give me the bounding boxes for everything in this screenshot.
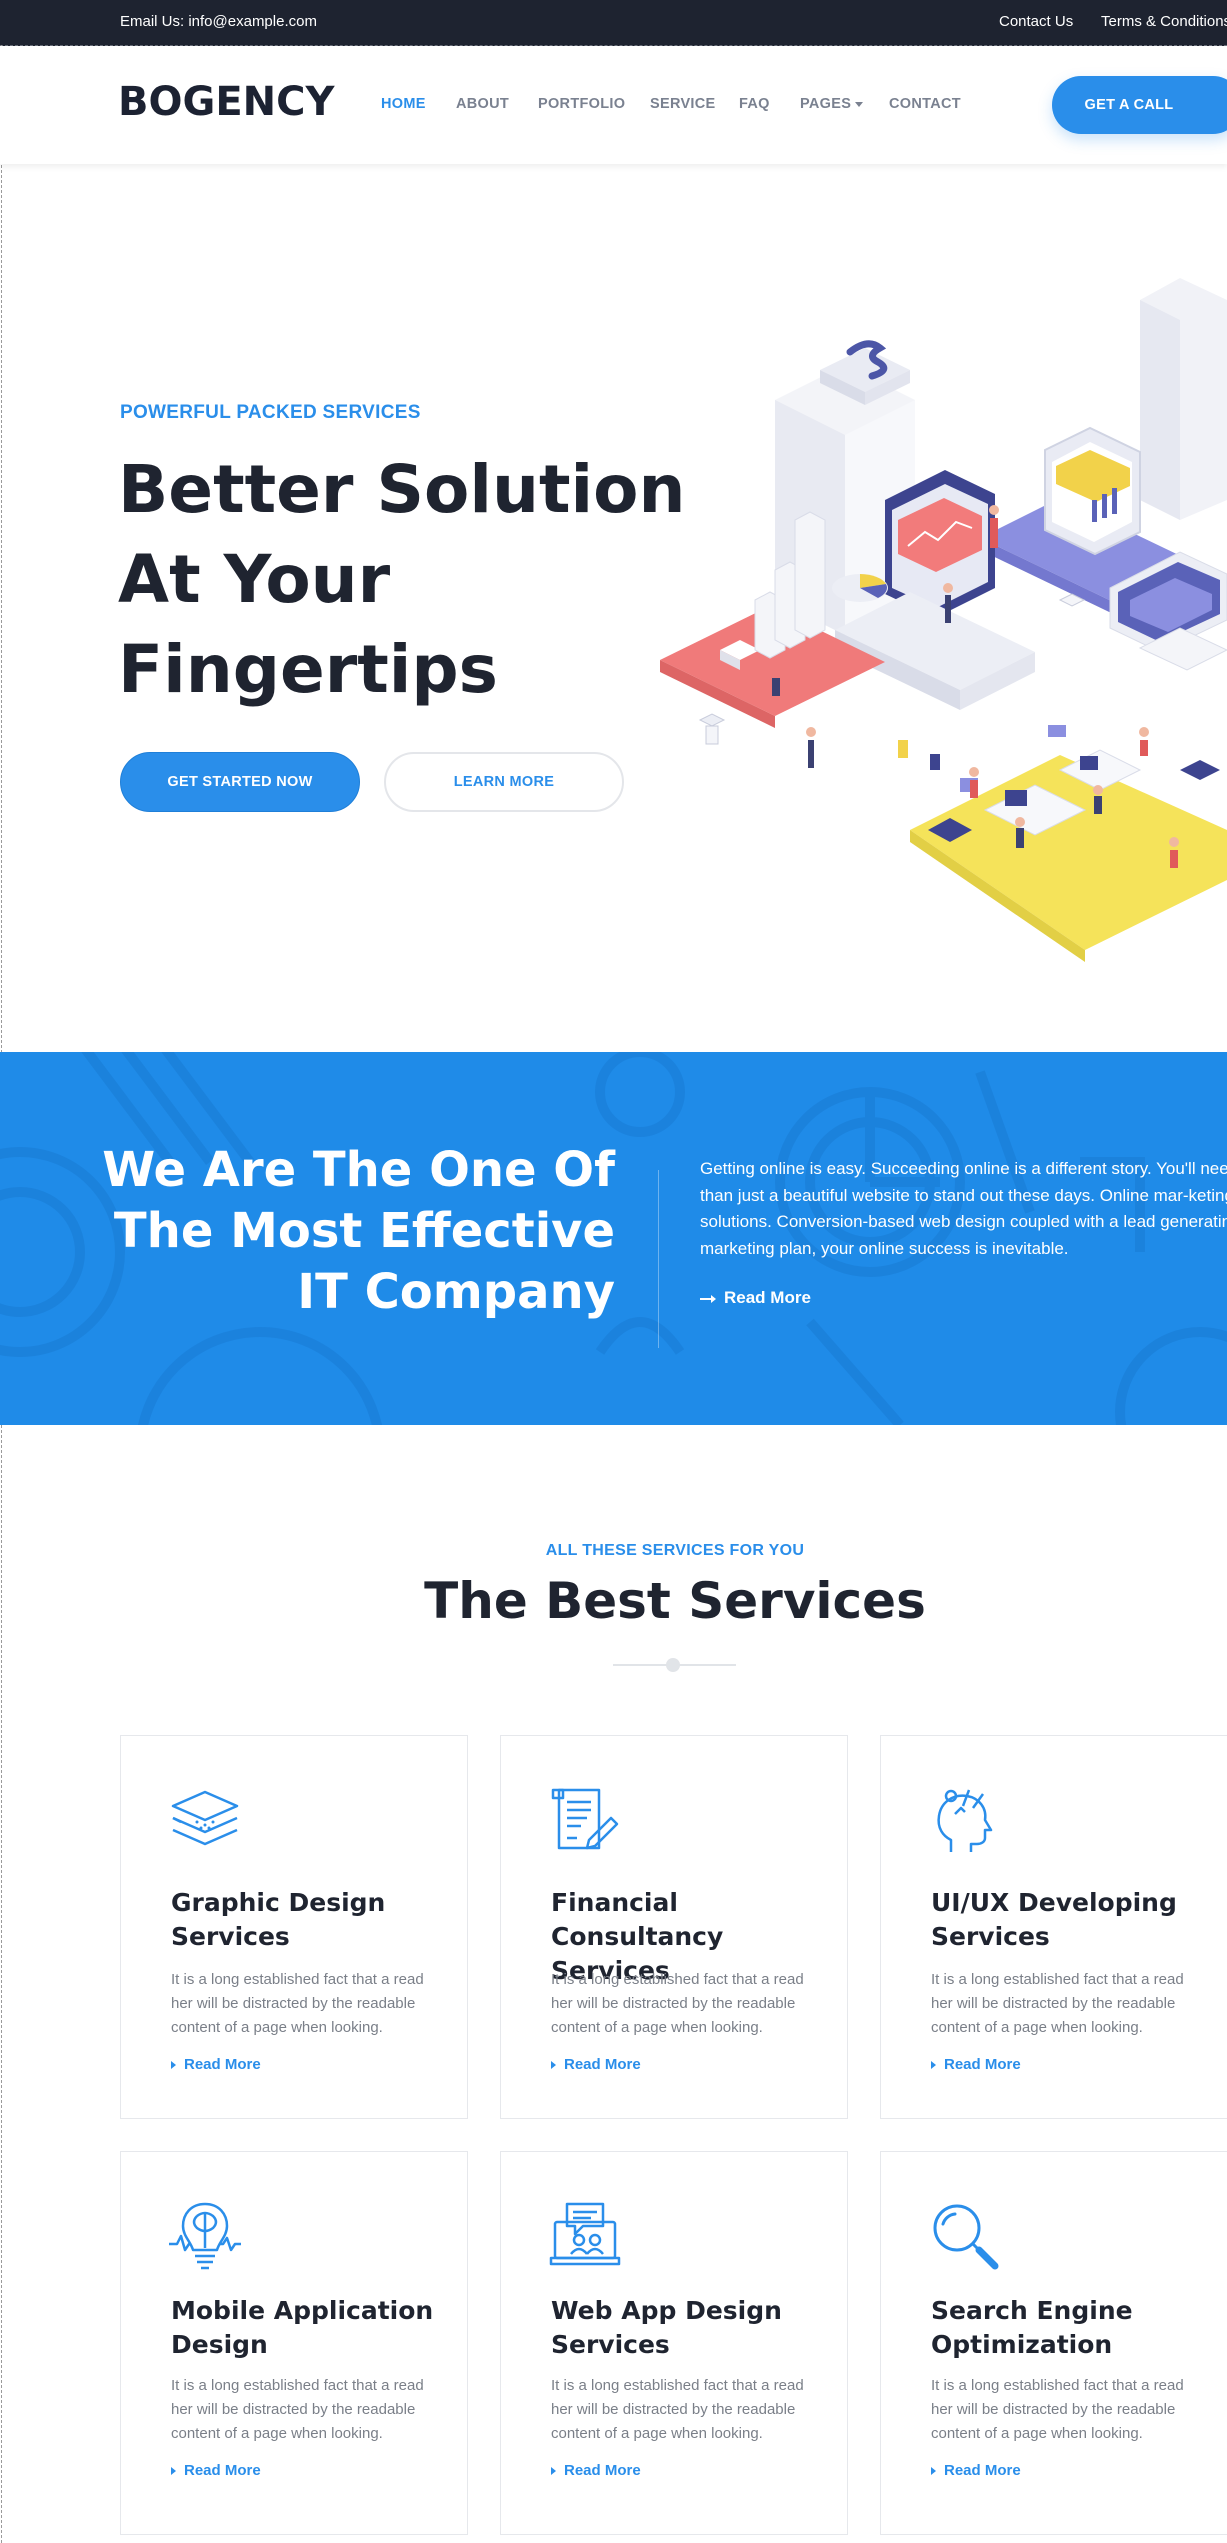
caret-right-icon bbox=[931, 2061, 936, 2070]
service-card-title: UI/UX Developing Services bbox=[931, 1888, 1177, 1951]
band-title-line: The Most Effective bbox=[113, 1203, 615, 1259]
hero-title-line: Better Solution bbox=[118, 451, 686, 528]
band-title: We Are The One Of The Most Effective IT … bbox=[102, 1140, 615, 1323]
band-title-line: IT Company bbox=[297, 1264, 615, 1320]
service-card-title: Graphic Design Services bbox=[171, 1888, 386, 1951]
site-logo[interactable]: BOGENCY bbox=[118, 79, 334, 125]
title-divider-dot bbox=[666, 1658, 680, 1672]
caret-right-icon bbox=[551, 2061, 556, 2070]
hero-title-line: Fingertips bbox=[118, 631, 498, 708]
read-more-label: Read More bbox=[944, 2056, 1021, 2073]
read-more-label: Read More bbox=[184, 2462, 261, 2479]
service-card-read-more[interactable]: Read More bbox=[551, 2462, 641, 2479]
band-read-more-link[interactable]: Read More bbox=[700, 1288, 811, 1308]
read-more-label: Read More bbox=[944, 2462, 1021, 2479]
get-a-call-button[interactable]: GET A CALL bbox=[1052, 76, 1227, 134]
magnifier-icon bbox=[933, 2204, 999, 2270]
service-card[interactable]: UI/UX Developing Services It is a long e… bbox=[880, 1735, 1227, 2119]
nav-faq[interactable]: FAQ bbox=[739, 96, 770, 112]
service-card-description: It is a long established fact that a rea… bbox=[171, 1971, 424, 2036]
chevron-down-icon bbox=[855, 101, 864, 107]
service-card-description: It is a long established fact that a rea… bbox=[551, 2377, 804, 2442]
service-card[interactable]: Web App Design Services It is a long est… bbox=[500, 2151, 848, 2535]
service-card-title: Web App Design Services bbox=[551, 2296, 782, 2359]
service-card-description: It is a long established fact that a rea… bbox=[931, 2377, 1184, 2442]
caret-right-icon bbox=[171, 2061, 176, 2070]
learn-more-button[interactable]: LEARN MORE bbox=[384, 752, 624, 812]
layers-icon bbox=[171, 1790, 239, 1846]
arrow-right-icon bbox=[700, 1294, 716, 1303]
lightbulb-brain-icon bbox=[169, 2202, 241, 2270]
main-header: BOGENCY HOME ABOUT PORTFOLIO SERVICE FAQ… bbox=[0, 46, 1227, 164]
hero-title-line: At Your bbox=[118, 541, 391, 618]
read-more-label: Read More bbox=[564, 2056, 641, 2073]
caret-right-icon bbox=[171, 2467, 176, 2476]
document-pen-icon bbox=[551, 1788, 619, 1850]
services-title: The Best Services bbox=[424, 1572, 926, 1630]
topbar-link-contact[interactable]: Contact Us bbox=[999, 13, 1073, 30]
service-card[interactable]: Search Engine Optimization It is a long … bbox=[880, 2151, 1227, 2535]
read-more-label: Read More bbox=[184, 2056, 261, 2073]
nav-service[interactable]: SERVICE bbox=[650, 96, 716, 112]
service-card[interactable]: Graphic Design Services It is a long est… bbox=[120, 1735, 468, 2119]
nav-portfolio[interactable]: PORTFOLIO bbox=[538, 96, 625, 112]
service-card-read-more[interactable]: Read More bbox=[171, 2462, 261, 2479]
company-intro-band: We Are The One Of The Most Effective IT … bbox=[0, 1052, 1227, 1425]
service-card-title: Mobile Application Design bbox=[171, 2296, 434, 2359]
nav-contact[interactable]: CONTACT bbox=[889, 96, 961, 112]
service-card-description: It is a long established fact that a rea… bbox=[931, 1971, 1184, 2036]
hero-eyebrow: POWERFUL PACKED SERVICES bbox=[120, 402, 421, 423]
service-card-description: It is a long established fact that a rea… bbox=[551, 1971, 804, 2036]
service-card-description: It is a long established fact that a rea… bbox=[171, 2377, 424, 2442]
get-started-button[interactable]: GET STARTED NOW bbox=[120, 752, 360, 812]
service-card-read-more[interactable]: Read More bbox=[551, 2056, 641, 2073]
top-bar: Email Us: info@example.com Contact Us Te… bbox=[0, 0, 1227, 46]
service-card-read-more[interactable]: Read More bbox=[931, 2056, 1021, 2073]
laptop-chat-icon bbox=[549, 2202, 621, 2266]
service-card[interactable]: Financial Consultancy Services It is a l… bbox=[500, 1735, 848, 2119]
nav-about[interactable]: ABOUT bbox=[456, 96, 509, 112]
nav-home[interactable]: HOME bbox=[381, 96, 426, 112]
topbar-link-terms[interactable]: Terms & Conditions bbox=[1101, 13, 1227, 30]
band-description: Getting online is easy. Succeeding onlin… bbox=[700, 1159, 1227, 1258]
caret-right-icon bbox=[551, 2467, 556, 2476]
nav-pages-label: PAGES bbox=[800, 96, 852, 112]
get-a-call-label: GET A CALL bbox=[1084, 97, 1174, 113]
nav-pages[interactable]: PAGES bbox=[800, 96, 864, 112]
service-card-read-more[interactable]: Read More bbox=[931, 2462, 1021, 2479]
hero-title: Better Solution At Your Fingertips bbox=[118, 445, 685, 715]
services-eyebrow: ALL THESE SERVICES FOR YOU bbox=[545, 1542, 805, 1559]
creative-head-icon bbox=[937, 1789, 993, 1852]
service-card-read-more[interactable]: Read More bbox=[171, 2056, 261, 2073]
caret-right-icon bbox=[931, 2467, 936, 2476]
topbar-email[interactable]: Email Us: info@example.com bbox=[120, 13, 317, 30]
service-card[interactable]: Mobile Application Design It is a long e… bbox=[120, 2151, 468, 2535]
service-card-title: Search Engine Optimization bbox=[931, 2296, 1133, 2359]
isometric-office-illustration bbox=[660, 278, 1227, 962]
read-more-label: Read More bbox=[564, 2462, 641, 2479]
band-title-line: We Are The One Of bbox=[102, 1142, 615, 1198]
band-divider bbox=[658, 1170, 659, 1348]
band-read-more-label: Read More bbox=[724, 1288, 811, 1307]
